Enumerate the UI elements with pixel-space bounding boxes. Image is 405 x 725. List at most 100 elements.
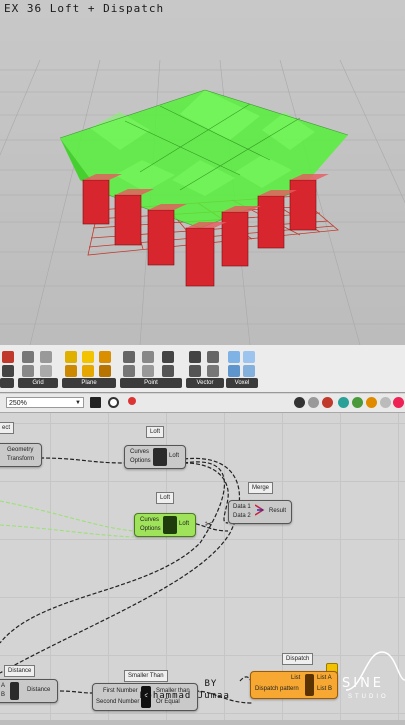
- curves-input[interactable]: Curves: [130, 449, 149, 455]
- plane-icon[interactable]: [65, 351, 77, 363]
- viewport-title: EX 36 Loft + Dispatch: [4, 2, 165, 15]
- ribbon-group-voxel: Voxel: [226, 348, 258, 388]
- zoom-extents-icon[interactable]: [90, 397, 101, 408]
- display-mode-icon[interactable]: [294, 397, 305, 408]
- preview-eye-icon[interactable]: [108, 397, 119, 408]
- zoom-select[interactable]: 250% ▼: [6, 397, 84, 408]
- chevron-down-icon: ▼: [75, 400, 81, 406]
- options-input-2[interactable]: Options: [140, 526, 161, 532]
- deconstruct-point-icon[interactable]: [123, 365, 135, 377]
- link-icon[interactable]: [2, 351, 14, 363]
- loft-node-selected[interactable]: Curves Options Loft: [134, 513, 196, 537]
- wire-green-1: [0, 524, 135, 538]
- vector-xyz-icon[interactable]: [207, 351, 219, 363]
- component-ribbon: Grid Plane Point Vector Voxel: [0, 345, 405, 393]
- plane-offset-icon[interactable]: [99, 365, 111, 377]
- plane-origin-icon[interactable]: [82, 351, 94, 363]
- distance-output[interactable]: Distance: [27, 687, 50, 693]
- dispatch-node-tag: Dispatch: [282, 653, 314, 665]
- loft-node[interactable]: Curves Options Loft: [124, 445, 186, 469]
- preview-off-icon[interactable]: [322, 397, 333, 408]
- loft-icon-2: [163, 516, 177, 534]
- canvas-toolbar: 250% ▼: [0, 394, 405, 413]
- data1-input[interactable]: Data 1: [233, 504, 251, 510]
- point-cloud-icon[interactable]: [162, 351, 174, 363]
- dispatch-pattern-input[interactable]: Dispatch pattern: [255, 686, 299, 692]
- pen-icon[interactable]: [128, 397, 136, 405]
- vector-icon[interactable]: [189, 351, 201, 363]
- solver-icon[interactable]: [393, 397, 404, 408]
- transform-input[interactable]: Transform: [7, 456, 34, 462]
- ribbon-group-partial: [0, 348, 16, 388]
- credit-by: BY: [204, 679, 218, 689]
- distance-node[interactable]: A B Distance: [0, 679, 58, 703]
- plane-align-icon[interactable]: [65, 365, 77, 377]
- sine-studio-logo: SINE STUDIO: [342, 640, 405, 720]
- first-number-input[interactable]: First Number: [103, 688, 138, 694]
- voxel-3d-alt-icon[interactable]: [243, 351, 255, 363]
- unit-vector-icon[interactable]: [207, 365, 219, 377]
- zoom-value: 250%: [9, 400, 27, 407]
- merge-icon: [254, 503, 265, 521]
- result-output[interactable]: Result: [269, 508, 286, 514]
- plane-xy-icon[interactable]: [99, 351, 111, 363]
- preview-selected-icon[interactable]: [338, 397, 349, 408]
- data2-input[interactable]: Data 2: [233, 513, 251, 519]
- construct-point-icon[interactable]: [142, 351, 154, 363]
- options-input[interactable]: Options: [130, 458, 151, 464]
- plane-rotate-icon[interactable]: [82, 365, 94, 377]
- grid-hex-icon[interactable]: [40, 351, 52, 363]
- point-a-input[interactable]: A: [1, 683, 5, 689]
- loft-output[interactable]: Loft: [169, 453, 179, 459]
- grid-rect-icon[interactable]: [22, 365, 34, 377]
- sphere-icon[interactable]: [380, 397, 391, 408]
- geometry-transform-node[interactable]: Geometry Transform: [0, 443, 42, 467]
- ribbon-label-plane: Plane: [62, 378, 116, 388]
- rhino-viewport[interactable]: EX 36 Loft + Dispatch: [0, 0, 405, 345]
- mesh-quality-icon[interactable]: [352, 397, 363, 408]
- dispatch-icon: [305, 674, 314, 696]
- ribbon-group-grid: Grid: [18, 348, 58, 388]
- wire-geom-to-loft: [39, 457, 125, 464]
- geometry-input[interactable]: Geometry: [7, 447, 33, 453]
- ribbon-label-voxel: Voxel: [226, 378, 258, 388]
- loft-icon: [153, 448, 167, 466]
- curves-input-2[interactable]: Curves: [140, 517, 159, 523]
- list-b-output[interactable]: List B: [317, 686, 332, 692]
- distance-icon: [10, 682, 19, 700]
- list-input[interactable]: List: [291, 675, 300, 681]
- wire-display-icon[interactable]: [308, 397, 319, 408]
- loft-node-tag: Loft: [146, 426, 165, 438]
- closest-point-icon[interactable]: [162, 365, 174, 377]
- xyz-icon[interactable]: [123, 351, 135, 363]
- logo-sub: STUDIO: [348, 694, 389, 700]
- merge-node[interactable]: Data 1 Data 2 Result: [228, 500, 292, 524]
- loft2-node-tag: Loft: [156, 492, 175, 504]
- grid-radial-icon[interactable]: [40, 365, 52, 377]
- ribbon-label-point: Point: [120, 378, 182, 388]
- grid-square-icon[interactable]: [22, 351, 34, 363]
- vector-2pt-icon[interactable]: [189, 365, 201, 377]
- author-credit: BY Mohammad Jumaa: [140, 678, 230, 702]
- ribbon-group-plane: Plane: [62, 348, 116, 388]
- voxel-mesh-icon[interactable]: [243, 365, 255, 377]
- wire-loft-long2: [0, 457, 241, 674]
- scissors-cursor-icon: ✂: [205, 519, 213, 529]
- credit-name: Mohammad Jumaa: [140, 691, 230, 701]
- loft-output-2[interactable]: Loft: [179, 521, 189, 527]
- bake-icon[interactable]: [366, 397, 377, 408]
- wire-distance-to-smaller: [59, 690, 93, 694]
- merge-node-tag: Merge: [248, 482, 274, 494]
- point-b-input[interactable]: B: [1, 692, 5, 698]
- ribbon-group-vector: Vector: [186, 348, 224, 388]
- voxel-grid-icon[interactable]: [228, 365, 240, 377]
- point-list-icon[interactable]: [142, 365, 154, 377]
- second-number-input[interactable]: Second Number: [96, 699, 139, 705]
- ribbon-label-vector: Vector: [186, 378, 224, 388]
- distance-node-tag: Distance: [4, 665, 36, 677]
- list-a-output[interactable]: List A: [317, 675, 332, 681]
- voxel-3d-icon[interactable]: [228, 351, 240, 363]
- dispatch-node[interactable]: List Dispatch pattern List A List B: [250, 671, 338, 699]
- tool-icon[interactable]: [2, 365, 14, 377]
- logo-word: SINE: [342, 676, 385, 691]
